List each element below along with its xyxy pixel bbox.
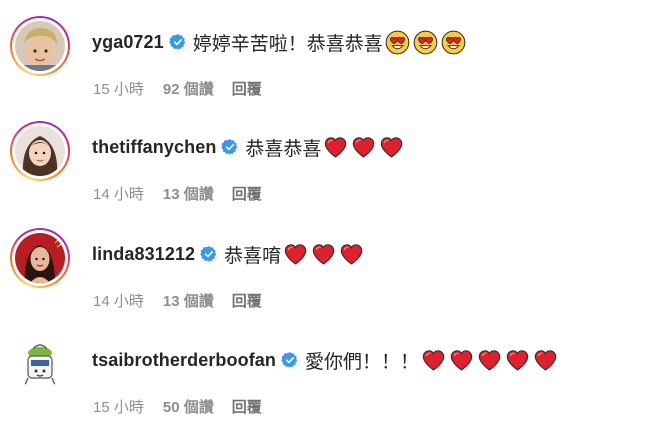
username-link[interactable]: tsaibrotherderboofan [92,350,276,371]
verified-badge-icon [168,33,187,51]
comment-text: 愛你們！！！ [305,351,420,373]
avatar[interactable] [10,16,70,76]
reply-button[interactable]: 回覆 [232,183,262,204]
username-link[interactable]: linda831212 [92,244,195,265]
red-heart-icon [339,242,364,267]
reply-button[interactable]: 回覆 [232,290,262,311]
comment-timestamp[interactable]: 15 小時 [93,78,144,99]
verified-badge-icon [281,351,299,369]
red-heart-icon [379,135,404,160]
comment-item: linda831212 恭喜唷 14 小時 13 個讚 回覆 [0,212,659,312]
verified-badge-icon [221,138,239,156]
comment-timestamp[interactable]: 14 小時 [93,183,144,204]
heart-eyes-emoji-icon [413,30,438,55]
reply-button[interactable]: 回覆 [232,396,262,417]
emoji-group [385,30,469,55]
red-heart-icon [323,135,348,160]
comment-text: 恭喜恭喜 [245,138,322,160]
red-heart-icon [311,242,336,267]
comment-timestamp[interactable]: 15 小時 [93,396,144,417]
emoji-group [323,135,407,160]
like-count-button[interactable]: 50 個讚 [163,396,214,417]
comment-item: thetiffanychen 恭喜恭喜 14 小時 13 個讚 回覆 [0,105,659,205]
red-heart-icon [283,242,308,267]
avatar[interactable] [10,334,70,394]
username-link[interactable]: thetiffanychen [92,137,216,158]
avatar[interactable] [10,228,70,288]
red-heart-icon [477,348,502,373]
red-heart-icon [449,348,474,373]
heart-eyes-emoji-icon [441,30,466,55]
username-link[interactable]: yga0721 [92,32,164,53]
like-count-button[interactable]: 13 個讚 [163,183,214,204]
red-heart-icon [505,348,530,373]
avatar[interactable] [10,121,70,181]
verified-badge-icon [200,245,218,263]
emoji-group [421,348,561,373]
comment-timestamp[interactable]: 14 小時 [93,290,144,311]
red-heart-icon [533,348,558,373]
red-heart-icon [351,135,376,160]
emoji-group [283,242,367,267]
comment-text: 婷婷辛苦啦！恭喜恭喜 [192,33,383,55]
comment-item: yga0721 婷婷辛苦啦！恭喜恭喜 15 小時 92 個讚 回覆 [0,0,659,100]
red-heart-icon [421,348,446,373]
reply-button[interactable]: 回覆 [232,78,262,99]
comment-item: tsaibrotherderboofan 愛你們！！！ 15 小時 50 個讚 … [0,318,659,418]
comment-text: 恭喜唷 [224,245,282,267]
heart-eyes-emoji-icon [385,30,410,55]
like-count-button[interactable]: 13 個讚 [163,290,214,311]
like-count-button[interactable]: 92 個讚 [163,78,214,99]
